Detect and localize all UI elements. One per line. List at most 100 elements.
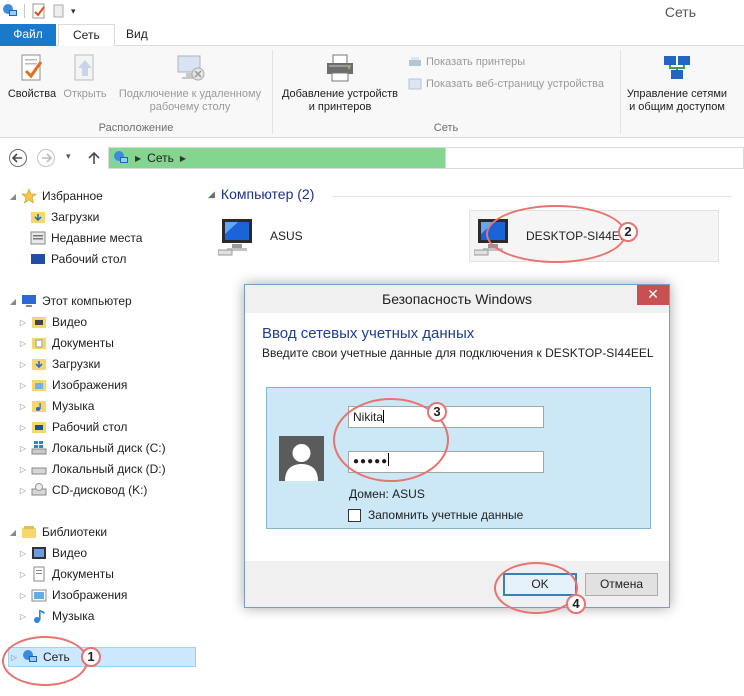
ribbon-tabs: Файл Сеть Вид (0, 24, 744, 47)
show-device-page-label: Показать веб-страницу устройства (426, 78, 605, 90)
address-bar[interactable]: ▶ Сеть ▶ (108, 147, 446, 169)
window-title: Сеть (664, 4, 696, 20)
nav-label: Изображения (52, 378, 128, 392)
new-folder-icon[interactable] (51, 3, 67, 19)
nav-item-downloads[interactable]: Загрузки (30, 207, 99, 227)
expand-arrow-icon[interactable]: ▷ (18, 465, 28, 474)
network-group-label: Сеть (433, 122, 459, 134)
navigation-pane: ◢ Избранное Загрузки Недавние места Рабо… (0, 180, 200, 696)
up-icon[interactable] (84, 148, 104, 168)
nav-label: Рабочий стол (52, 420, 128, 434)
computer-label: ASUS (270, 229, 303, 243)
music-folder-icon (32, 401, 46, 412)
breadcrumb-chevron-icon[interactable]: ▶ (135, 154, 141, 163)
expand-arrow-icon[interactable]: ▷ (18, 486, 28, 495)
close-button[interactable]: ✕ (637, 285, 669, 305)
dialog-footer: OK Отмена (245, 561, 669, 607)
nav-label: Видео (52, 315, 88, 329)
nav-label: Загрузки (51, 210, 100, 224)
expand-arrow-icon[interactable]: ▷ (18, 381, 28, 390)
collapse-arrow-icon[interactable]: ◢ (8, 528, 18, 537)
customize-qat-chevron-icon[interactable]: ▾ (71, 6, 76, 17)
nav-label: Документы (52, 567, 114, 581)
drive-icon (31, 467, 47, 475)
back-icon[interactable] (8, 148, 28, 168)
forward-icon[interactable] (36, 148, 56, 168)
nav-item-recent[interactable]: Недавние места (30, 228, 142, 248)
network-center-label-1: Управление сетями (626, 88, 728, 100)
computer-item[interactable]: ASUS (218, 210, 418, 262)
expand-arrow-icon[interactable]: ▷ (18, 339, 28, 348)
collapse-arrow-icon[interactable]: ◢ (8, 297, 18, 306)
collapse-arrow-icon[interactable]: ◢ (8, 192, 18, 201)
expand-arrow-icon[interactable]: ▷ (18, 444, 28, 453)
nav-item-cd-drive[interactable]: ▷ CD-дисковод (K:) (18, 480, 147, 500)
open-button[interactable]: Открыть (60, 52, 110, 101)
nav-item-desktop-pc[interactable]: ▷ Рабочий стол (18, 417, 127, 437)
nav-item-disk-d[interactable]: ▷ Локальный диск (D:) (18, 459, 166, 479)
ribbon: Свойства Открыть Подключение к удаленном… (0, 46, 744, 138)
documents-folder-icon (32, 338, 46, 349)
expand-arrow-icon[interactable]: ▷ (18, 570, 28, 579)
expand-arrow-icon[interactable]: ▷ (18, 402, 28, 411)
network-center-button[interactable]: Управление сетями и общим доступом (622, 52, 732, 114)
annotation-badge: 4 (566, 594, 586, 614)
show-device-page-button[interactable]: Показать веб-страницу устройства (408, 77, 604, 91)
collapse-group-icon[interactable]: ◢ (208, 189, 215, 200)
nav-label: Загрузки (52, 357, 101, 371)
nav-label: Локальный диск (D:) (52, 462, 166, 476)
nav-label: Недавние места (51, 231, 143, 245)
nav-label: Музыка (52, 609, 95, 623)
nav-item-lib-videos[interactable]: ▷ Видео (18, 543, 87, 563)
nav-item-libraries[interactable]: ◢ Библиотеки (8, 522, 107, 542)
cancel-button[interactable]: Отмена (585, 573, 658, 596)
checkbox-box[interactable] (348, 508, 361, 522)
expand-arrow-icon[interactable]: ▷ (18, 549, 28, 558)
remote-desktop-label-1: Подключение к удаленному (118, 88, 262, 100)
nav-item-pictures[interactable]: ▷ Изображения (18, 375, 128, 395)
breadcrumb-chevron-icon[interactable]: ▶ (180, 154, 186, 163)
tab-file[interactable]: Файл (0, 24, 56, 46)
add-devices-button[interactable]: Добавление устройств и принтеров (276, 52, 404, 114)
nav-item-disk-c[interactable]: ▷ Локальный диск (C:) (18, 438, 166, 458)
nav-item-desktop[interactable]: Рабочий стол (30, 249, 126, 269)
nav-item-lib-music[interactable]: ▷ Музыка (18, 606, 94, 626)
nav-item-lib-documents[interactable]: ▷ Документы (18, 564, 114, 584)
recent-places-icon (30, 231, 46, 245)
videos-folder-icon (32, 317, 46, 328)
properties-icon[interactable] (31, 3, 47, 19)
dialog-subheading: Введите свои учетные данные для подключе… (262, 346, 654, 360)
downloads-folder-icon (31, 212, 45, 223)
expand-arrow-icon[interactable]: ▷ (18, 360, 28, 369)
group-header[interactable]: ◢ Компьютер (2) (208, 186, 314, 202)
expand-arrow-icon[interactable]: ▷ (18, 318, 28, 327)
remote-desktop-button[interactable]: Подключение к удаленному рабочему столу (112, 52, 268, 114)
recent-locations-chevron-icon[interactable]: ▾ (66, 151, 71, 162)
nav-label: Рабочий стол (51, 252, 127, 266)
nav-item-music[interactable]: ▷ Музыка (18, 396, 95, 416)
nav-item-this-pc[interactable]: ◢ Этот компьютер (8, 291, 132, 311)
address-bar-empty[interactable] (446, 147, 744, 169)
device-webpage-icon (408, 78, 422, 90)
network-center-label-2: и общим доступом (629, 101, 725, 113)
nav-item-favorites[interactable]: ◢ Избранное (8, 186, 103, 206)
breadcrumb[interactable]: Сеть (147, 151, 174, 165)
tab-network[interactable]: Сеть (58, 24, 115, 47)
expand-arrow-icon[interactable]: ▷ (18, 591, 28, 600)
show-printers-button[interactable]: Показать принтеры (408, 55, 525, 69)
nav-label: Изображения (52, 588, 128, 602)
printer-icon (327, 54, 353, 82)
properties-button[interactable]: Свойства (6, 52, 58, 101)
computer-icon (218, 219, 252, 256)
tab-view[interactable]: Вид (112, 24, 162, 46)
remember-credentials-checkbox[interactable]: Запомнить учетные данные (348, 508, 523, 522)
nav-item-downloads-pc[interactable]: ▷ Загрузки (18, 354, 100, 374)
expand-arrow-icon[interactable]: ▷ (18, 423, 28, 432)
expand-arrow-icon[interactable]: ▷ (18, 612, 28, 621)
nav-item-videos[interactable]: ▷ Видео (18, 312, 87, 332)
nav-item-lib-pictures[interactable]: ▷ Изображения (18, 585, 128, 605)
nav-label: Музыка (52, 399, 95, 413)
documents-library-icon (33, 566, 45, 582)
annotation-badge: 1 (81, 647, 101, 667)
nav-item-documents[interactable]: ▷ Документы (18, 333, 114, 353)
